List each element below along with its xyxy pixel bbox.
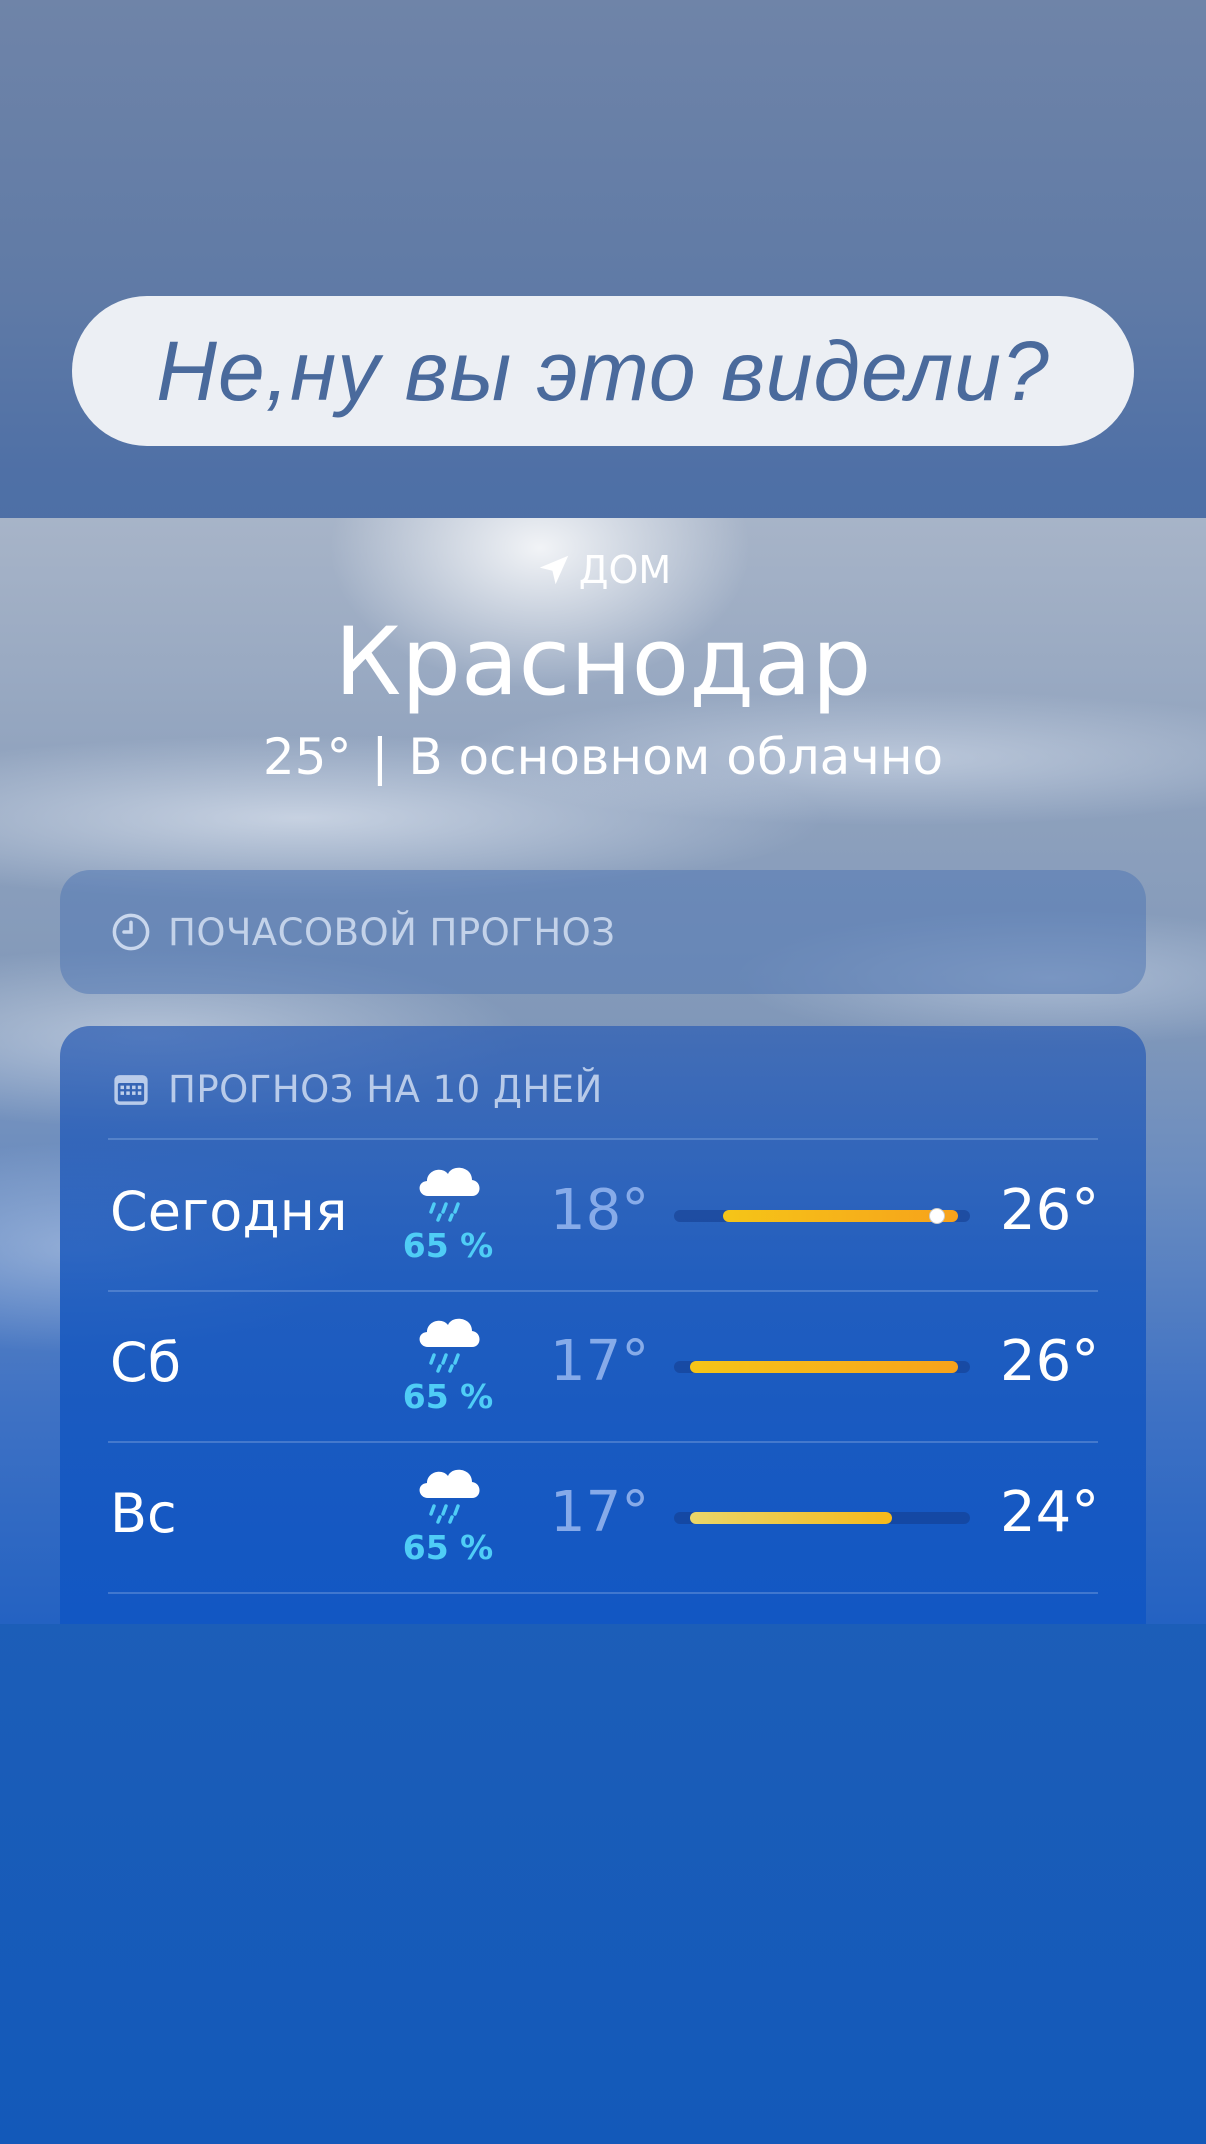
location-arrow-icon bbox=[539, 555, 569, 585]
current-conditions: 25° | В основном облачно bbox=[0, 728, 1206, 786]
day-name: Сб bbox=[110, 1331, 182, 1394]
cloud-rain-icon bbox=[412, 1462, 484, 1528]
temp-range-track bbox=[674, 1208, 970, 1224]
cloud-rain-icon bbox=[412, 1160, 484, 1226]
day-name: Вс bbox=[110, 1482, 177, 1545]
hourly-header: ПОЧАСОВОЙ ПРОГНОЗ bbox=[60, 911, 616, 954]
city-name: Краснодар bbox=[334, 608, 872, 717]
day-row[interactable]: Вс 65 % 17° 24° bbox=[60, 1442, 1146, 1592]
temp-range-fill bbox=[690, 1361, 958, 1373]
temp-low: 18° bbox=[550, 1178, 650, 1243]
day-row[interactable]: Сегодня 65 % 18° 26° bbox=[60, 1140, 1146, 1290]
temp-high: 24° bbox=[1000, 1480, 1100, 1545]
current-temp: 25° bbox=[262, 728, 352, 786]
precip-chance: 65 % bbox=[402, 1377, 494, 1416]
temp-range-fill bbox=[722, 1210, 958, 1222]
temp-range-track bbox=[674, 1361, 970, 1373]
precip-chance: 65 % bbox=[402, 1528, 494, 1567]
hourly-title: ПОЧАСОВОЙ ПРОГНОЗ bbox=[168, 910, 616, 954]
temp-high: 26° bbox=[1000, 1178, 1100, 1243]
precip-chance: 65 % bbox=[402, 1226, 494, 1265]
temp-high: 26° bbox=[1000, 1329, 1100, 1394]
cloud-rain-icon bbox=[412, 1311, 484, 1377]
separator: | bbox=[371, 728, 389, 786]
divider bbox=[108, 1592, 1098, 1594]
temp-range-fill bbox=[690, 1512, 893, 1524]
caption-bubble: Не,ну вы это видели? bbox=[72, 296, 1134, 446]
temp-low: 17° bbox=[550, 1480, 650, 1545]
calendar-icon bbox=[114, 1074, 148, 1105]
location-label-text: ДОМ bbox=[578, 548, 672, 592]
daily-title: ПРОГНОЗ НА 10 ДНЕЙ bbox=[168, 1068, 603, 1111]
clock-icon bbox=[112, 913, 150, 951]
hourly-forecast-card[interactable]: ПОЧАСОВОЙ ПРОГНОЗ bbox=[60, 870, 1146, 994]
weather-screenshot: ДОМ Краснодар 25° | В основном облачно ПОЧ… bbox=[0, 518, 1206, 1624]
temp-range-track bbox=[674, 1512, 970, 1524]
day-row[interactable]: Сб 65 % 17° 26° bbox=[60, 1291, 1146, 1441]
location-label: ДОМ bbox=[0, 548, 1206, 592]
ten-day-forecast-card[interactable]: ПРОГНОЗ НА 10 ДНЕЙ Сегодня 65 % 18° 26° Сб 65… bbox=[60, 1026, 1146, 1624]
day-name: Сегодня bbox=[110, 1180, 348, 1243]
temp-low: 17° bbox=[550, 1329, 650, 1394]
daily-header: ПРОГНОЗ НА 10 ДНЕЙ bbox=[60, 1068, 603, 1111]
caption-text: Не,ну вы это видели? bbox=[156, 323, 1050, 418]
current-temp-marker bbox=[929, 1208, 946, 1224]
condition-text: В основном облачно bbox=[408, 728, 944, 786]
